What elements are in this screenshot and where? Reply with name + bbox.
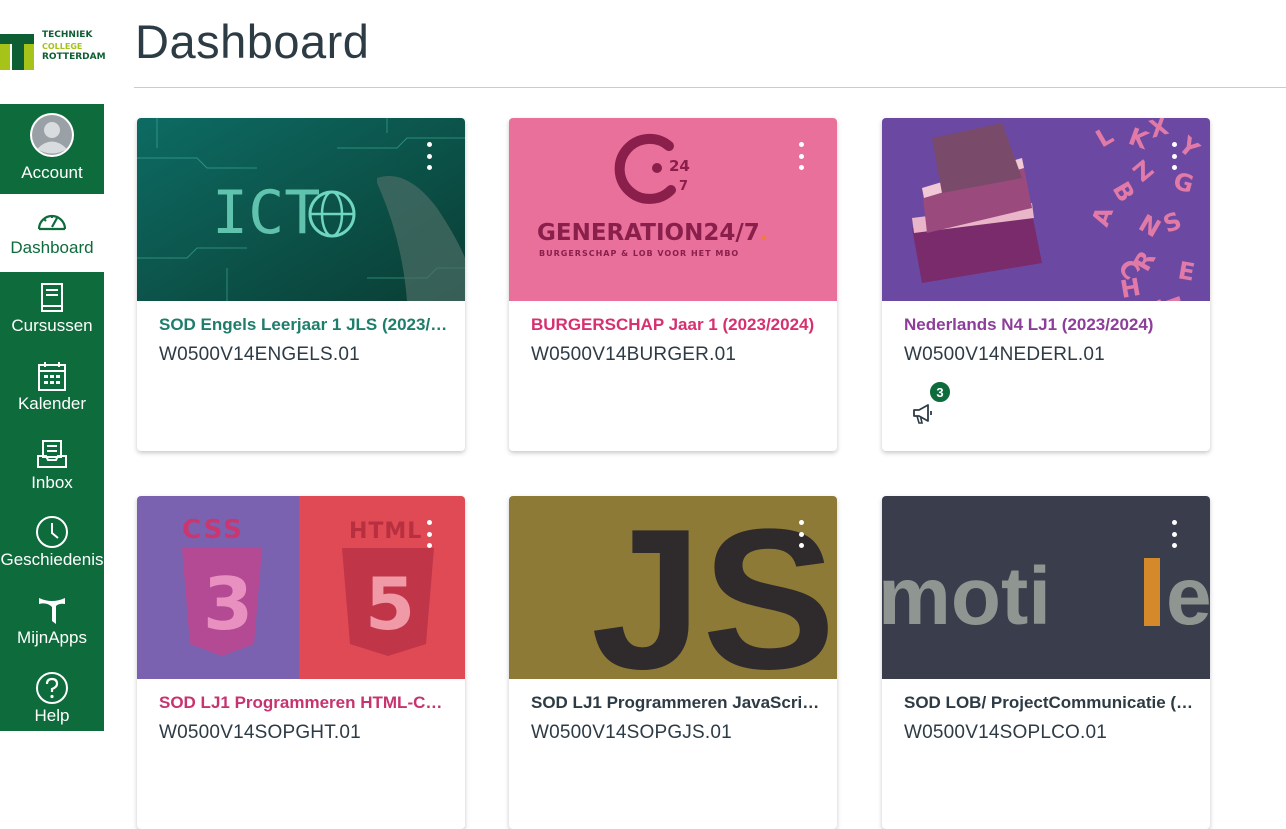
nav-mijnapps[interactable]: MijnApps (0, 584, 104, 662)
announcements-icon[interactable] (910, 401, 936, 427)
course-card-image[interactable]: 24 7 GENERATION24/7. BURGERSCHAP & LOB V… (509, 118, 837, 301)
page-title: Dashboard (135, 15, 370, 68)
course-card-image[interactable]: ICT (137, 118, 465, 301)
course-name[interactable]: BURGERSCHAP Jaar 1 (2023/2024) (531, 315, 821, 335)
svg-text:5: 5 (365, 562, 415, 646)
course-name[interactable]: SOD LOB/ ProjectCommunicatie (2023/2024) (904, 693, 1194, 713)
nav-help[interactable]: Help (0, 662, 104, 740)
course-card-image[interactable]: moti e (882, 496, 1210, 679)
nav-label: Cursussen (11, 316, 93, 335)
history-clock-icon (34, 514, 70, 550)
card-options-menu[interactable] (1170, 142, 1178, 170)
svg-text:GENERATION24/7.: GENERATION24/7. (537, 220, 768, 246)
header-divider (134, 87, 1286, 88)
nav-courses[interactable]: Cursussen (0, 272, 104, 350)
course-code: W0500V14SOPLCO.01 (904, 722, 1108, 743)
course-name[interactable]: SOD Engels Leerjaar 1 JLS (2023/2024) (159, 315, 449, 335)
svg-text:CSS: CSS (182, 515, 244, 545)
unread-count-badge: 3 (928, 380, 952, 404)
nav-inbox[interactable]: Inbox (0, 428, 104, 506)
course-code: W0500V14SOPGJS.01 (531, 722, 732, 743)
course-code: W0500V14BURGER.01 (531, 344, 737, 365)
course-code: W0500V14SOPGHT.01 (159, 722, 361, 743)
course-card[interactable]: moti e SOD LOB/ ProjectCommunicatie (202… (882, 496, 1210, 829)
course-card[interactable]: ICT SOD Engels Leerjaar 1 JLS (2023/2024… (137, 118, 465, 451)
nav-account[interactable]: Account (0, 104, 104, 182)
svg-text:HTML: HTML (349, 519, 422, 544)
logo-line-3: ROTTERDAM (42, 52, 106, 62)
card-options-menu[interactable] (1170, 520, 1178, 548)
svg-text:moti: moti (882, 551, 1051, 642)
course-card-image[interactable]: JS (509, 496, 837, 679)
card-options-menu[interactable] (797, 520, 805, 548)
course-card[interactable]: CSS 3 HTML 5 SOD LJ1 Programmeren HTML-C… (137, 496, 465, 829)
card-options-menu[interactable] (797, 142, 805, 170)
svg-text:7: 7 (679, 179, 688, 194)
global-navigation: TECHNIEK COLLEGE ROTTERDAM Account Dashb… (0, 0, 106, 731)
account-avatar-icon (29, 112, 75, 158)
course-code: W0500V14NEDERL.01 (904, 344, 1105, 365)
nav-dashboard[interactable]: Dashboard (0, 194, 104, 272)
nav-label: Kalender (17, 394, 87, 413)
nav-label: Dashboard (10, 238, 94, 257)
logo-line-1: TECHNIEK (42, 30, 93, 40)
svg-text:24: 24 (669, 157, 690, 175)
nav-label: Account (21, 163, 83, 182)
course-name[interactable]: SOD LJ1 Programmeren JavaScript (2023/20… (531, 693, 821, 713)
dashboard-gauge-icon (34, 202, 70, 238)
mijnapps-icon (34, 592, 70, 628)
card-options-menu[interactable] (425, 142, 433, 170)
course-card[interactable]: 24 7 GENERATION24/7. BURGERSCHAP & LOB V… (509, 118, 837, 451)
nav-history[interactable]: Geschiedenis (0, 506, 104, 584)
courses-book-icon (34, 280, 70, 316)
course-card-image[interactable]: L K X Y B Z G A N S C R E H J (882, 118, 1210, 301)
card-options-menu[interactable] (425, 520, 433, 548)
svg-text:BURGERSCHAP & LOB VOOR HET MBO: BURGERSCHAP & LOB VOOR HET MBO (539, 249, 739, 258)
course-name[interactable]: SOD LJ1 Programmeren HTML-CSS (2023/2024… (159, 693, 449, 713)
school-logo[interactable]: TECHNIEK COLLEGE ROTTERDAM (0, 0, 106, 104)
nav-label: Geschiedenis (0, 550, 104, 569)
logo-line-2: COLLEGE (42, 42, 83, 51)
course-name[interactable]: Nederlands N4 LJ1 (2023/2024) (904, 315, 1194, 335)
course-card-image[interactable]: CSS 3 HTML 5 (137, 496, 465, 679)
nav-label: Inbox (31, 473, 73, 492)
nav-label: MijnApps (17, 628, 87, 647)
inbox-icon (34, 436, 70, 472)
course-code: W0500V14ENGELS.01 (159, 344, 360, 365)
course-card[interactable]: JS SOD LJ1 Programmeren JavaScript (2023… (509, 496, 837, 829)
course-card[interactable]: L K X Y B Z G A N S C R E H J Nederlands… (882, 118, 1210, 451)
nav-label: Help (34, 706, 70, 725)
help-icon (34, 670, 70, 706)
svg-text:e: e (1166, 551, 1210, 642)
svg-text:3: 3 (203, 562, 253, 646)
nav-calendar[interactable]: Kalender (0, 350, 104, 428)
calendar-icon (34, 358, 70, 394)
svg-text:ICT: ICT (212, 178, 320, 248)
